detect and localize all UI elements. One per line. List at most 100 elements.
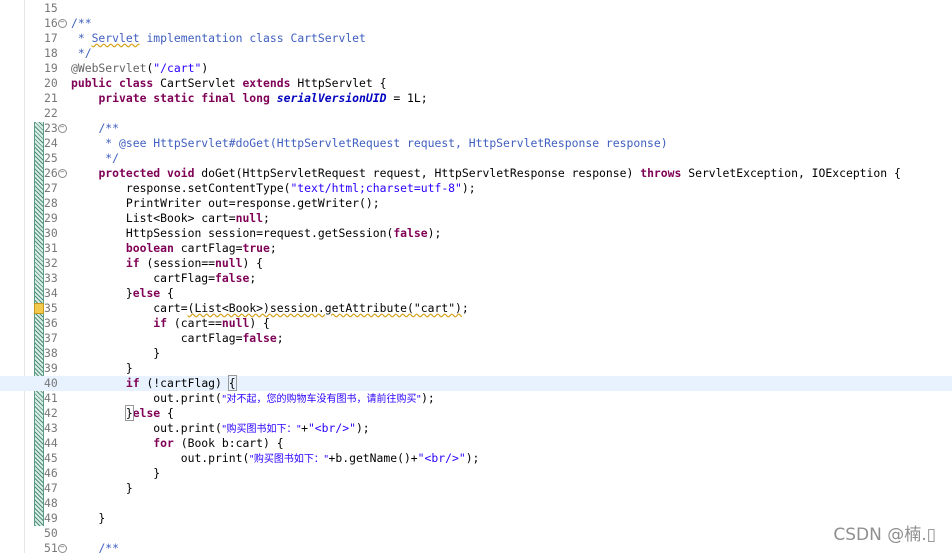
code-line[interactable]: 34 }else {: [0, 286, 952, 301]
code-line[interactable]: 51 /**: [0, 541, 952, 556]
code-line[interactable]: 19 @WebServlet("/cart"): [0, 61, 952, 76]
code-line[interactable]: 35 cart=(List<Book>)session.getAttribute…: [0, 301, 952, 316]
code-line[interactable]: 26 protected void doGet(HttpServletReque…: [0, 166, 952, 181]
code-token: ;: [263, 211, 270, 225]
code-text: PrintWriter out=response.getWriter();: [71, 196, 380, 211]
code-line[interactable]: 23 /**: [0, 121, 952, 136]
line-number: 25: [44, 151, 58, 165]
line-number: 47: [44, 481, 58, 495]
code-line[interactable]: 48: [0, 496, 952, 511]
code-token: extends: [242, 76, 291, 90]
code-line[interactable]: 37 cartFlag=false;: [0, 331, 952, 346]
code-line[interactable]: 46 }: [0, 466, 952, 481]
code-token: ServletException, IOException {: [681, 166, 901, 180]
code-line[interactable]: 25 */: [0, 151, 952, 166]
code-line[interactable]: 20 public class CartServlet extends HttpS…: [0, 76, 952, 91]
code-token: +b.getName()+: [328, 451, 418, 465]
code-line[interactable]: 41 out.print("对不起，您的购物车没有图书，请前往购买");: [0, 391, 952, 406]
code-token: protected void: [98, 166, 195, 180]
code-text: /**: [71, 541, 119, 556]
code-line[interactable]: 43 out.print("购买图书如下："+"<br/>");: [0, 421, 952, 436]
code-text: cartFlag=false;: [71, 331, 284, 346]
code-line[interactable]: 27 response.setContentType("text/html;ch…: [0, 181, 952, 196]
code-line[interactable]: 15: [0, 1, 952, 16]
code-line[interactable]: 36 if (cart==null) {: [0, 316, 952, 331]
code-token: "对不起，您的购物车没有图书，请前往购买": [221, 394, 422, 405]
code-token: true: [242, 241, 270, 255]
code-token: response.setContentType(: [71, 181, 291, 195]
code-text: }else {: [71, 405, 174, 421]
fold-collapse-icon[interactable]: [58, 169, 67, 178]
code-token: doGet(HttpServletRequest request, HttpSe…: [194, 166, 641, 180]
code-line[interactable]: 50: [0, 526, 952, 541]
code-line[interactable]: 39 }: [0, 361, 952, 376]
code-token: ;: [269, 241, 277, 255]
code-token: /**: [98, 121, 120, 135]
code-token: "/cart": [153, 61, 202, 75]
code-token: (session==: [139, 256, 216, 270]
code-token: List<Book> cart=: [71, 211, 236, 225]
line-number: 17: [44, 31, 58, 45]
code-token: );: [355, 421, 370, 435]
code-line[interactable]: 44 for (Book b:cart) {: [0, 436, 952, 451]
code-text: boolean cartFlag=true;: [71, 241, 277, 256]
code-text: response.setContentType("text/html;chars…: [71, 181, 476, 196]
code-line[interactable]: 22: [0, 106, 952, 121]
code-token: throws: [640, 166, 682, 180]
code-text: @WebServlet("/cart"): [71, 61, 208, 76]
code-token: (List<Book>)session.getAttribute("cart"): [187, 301, 462, 315]
code-token: @WebServlet: [71, 61, 147, 75]
code-token: (Book b:cart) {: [173, 436, 284, 450]
code-line[interactable]: 28 PrintWriter out=response.getWriter();: [0, 196, 952, 211]
code-token: out.print(: [71, 391, 222, 405]
code-text: out.print("购买图书如下："+b.getName()+"<br/>")…: [71, 451, 480, 467]
code-token: }: [71, 361, 133, 375]
line-number: 29: [44, 211, 58, 225]
fold-collapse-icon[interactable]: [58, 544, 67, 553]
code-token: serialVersionUID: [276, 91, 387, 105]
code-token: {: [227, 375, 237, 391]
code-line[interactable]: 18 */: [0, 46, 952, 61]
code-line[interactable]: 33 cartFlag=false;: [0, 271, 952, 286]
code-token: "购买图书如下：": [249, 454, 329, 465]
code-line[interactable]: 32 if (session==null) {: [0, 256, 952, 271]
code-token: false: [393, 226, 428, 240]
line-number: 32: [44, 256, 58, 270]
warning-marker-icon[interactable]: [34, 303, 44, 314]
code-line[interactable]: 17 * Servlet implementation class CartSe…: [0, 31, 952, 46]
line-number: 24: [44, 136, 58, 150]
code-token: cart=: [71, 301, 188, 315]
code-line[interactable]: 30 HttpSession session=request.getSessio…: [0, 226, 952, 241]
code-token: );: [465, 451, 480, 465]
code-text: /**: [71, 16, 92, 31]
code-text: List<Book> cart=null;: [71, 211, 270, 226]
code-text: public class CartServlet extends HttpSer…: [71, 76, 386, 91]
code-line[interactable]: 29 List<Book> cart=null;: [0, 211, 952, 226]
code-line[interactable]: 16/**: [0, 16, 952, 31]
code-token: +: [301, 421, 308, 435]
code-token: for: [153, 436, 174, 450]
fold-collapse-icon[interactable]: [58, 124, 67, 133]
code-line[interactable]: 31 boolean cartFlag=true;: [0, 241, 952, 256]
code-line[interactable]: 21 private static final long serialVersi…: [0, 91, 952, 106]
code-token: }: [71, 286, 133, 300]
code-token: "购买图书如下：": [221, 424, 302, 435]
line-number: 45: [44, 451, 58, 465]
code-line[interactable]: 49 }: [0, 511, 952, 526]
code-line[interactable]: 47 }: [0, 481, 952, 496]
code-line[interactable]: 45 out.print("购买图书如下："+b.getName()+"<br/…: [0, 451, 952, 466]
code-line[interactable]: 24 * @see HttpServlet#doGet(HttpServletR…: [0, 136, 952, 151]
code-line[interactable]: 42 }else {: [0, 405, 952, 421]
code-text: if (!cartFlag) {: [71, 375, 237, 391]
code-token: * @see HttpServlet#doGet(HttpServletRequ…: [71, 136, 668, 150]
code-line[interactable]: 38 }: [0, 346, 952, 361]
code-line[interactable]: 40 if (!cartFlag) {: [0, 375, 952, 391]
code-text: cart=(List<Book>)session.getAttribute("c…: [71, 301, 468, 316]
fold-collapse-icon[interactable]: [58, 19, 67, 28]
code-token: = 1L;: [386, 91, 428, 105]
line-number: 18: [44, 46, 58, 60]
